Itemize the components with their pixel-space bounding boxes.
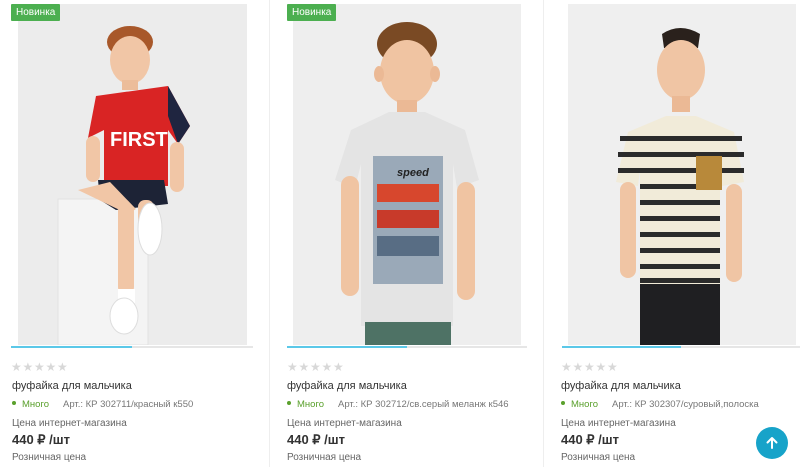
product-grid: Новинка FIRST ★★★★★ фуфайка для мальчика… (0, 0, 800, 467)
retail-price-label: Розничная цена (12, 452, 87, 463)
star-icon[interactable]: ★ (573, 361, 585, 373)
svg-text:speed: speed (397, 167, 429, 179)
in-stock-dot-icon (561, 401, 565, 406)
star-icon[interactable]: ★ (596, 361, 608, 373)
star-icon[interactable]: ★ (322, 361, 334, 373)
retail-price-label: Розничная цена (561, 452, 636, 463)
gallery-progress (11, 346, 253, 348)
rating-stars[interactable]: ★★★★★ (11, 361, 69, 373)
product-price: 440 ₽ /шт (287, 432, 345, 447)
product-image[interactable]: speed (293, 4, 521, 345)
new-badge: Новинка (11, 4, 61, 21)
gallery-progress-fill (287, 346, 407, 348)
star-icon[interactable]: ★ (11, 361, 23, 373)
product-sku: Арт.: КР 302712/св.серый меланж к546 (337, 399, 509, 410)
rating-stars[interactable]: ★★★★★ (561, 361, 619, 373)
product-image[interactable]: FIRST (18, 4, 247, 345)
retail-price-label: Розничная цена (287, 452, 362, 463)
product-card[interactable]: Новинка FIRST ★★★★★ фуфайка для мальчика… (0, 0, 268, 467)
star-icon[interactable]: ★ (34, 361, 46, 373)
gallery-progress-fill (562, 346, 681, 348)
gallery-progress (287, 346, 527, 348)
product-title-link[interactable]: фуфайка для мальчика (12, 380, 132, 393)
stock-status: Много (22, 399, 49, 410)
star-icon[interactable]: ★ (287, 361, 299, 373)
star-icon[interactable]: ★ (333, 361, 345, 373)
stock-row: Много Арт.: КР 302307/суровый,полоска (561, 399, 759, 411)
product-card[interactable]: ★★★★★ фуфайка для мальчика Много Арт.: КР… (549, 0, 800, 467)
star-icon[interactable]: ★ (607, 361, 619, 373)
star-icon[interactable]: ★ (310, 361, 322, 373)
column-divider (269, 0, 270, 467)
product-sku: Арт.: КР 302711/красный к550 (62, 399, 194, 410)
product-image[interactable] (568, 4, 796, 345)
online-price-label: Цена интернет-магазина (287, 418, 402, 429)
svg-text:FIRST: FIRST (110, 129, 168, 151)
product-title-link[interactable]: фуфайка для мальчика (287, 380, 407, 393)
product-sku: Арт.: КР 302307/суровый,полоска (611, 399, 759, 410)
in-stock-dot-icon (287, 401, 291, 406)
column-divider (543, 0, 544, 467)
star-icon[interactable]: ★ (299, 361, 311, 373)
star-icon[interactable]: ★ (23, 361, 35, 373)
star-icon[interactable]: ★ (561, 361, 573, 373)
product-price: 440 ₽ /шт (561, 432, 619, 447)
online-price-label: Цена интернет-магазина (12, 418, 127, 429)
stock-status: Много (297, 399, 324, 410)
gallery-progress (562, 346, 800, 348)
arrow-up-icon (766, 437, 778, 449)
product-price: 440 ₽ /шт (12, 432, 70, 447)
stock-row: Много Арт.: КР 302711/красный к550 (12, 399, 193, 411)
scroll-to-top-button[interactable] (756, 427, 788, 459)
stock-status: Много (571, 399, 598, 410)
star-icon[interactable]: ★ (46, 361, 58, 373)
product-card[interactable]: Новинка speed ★★★★★ фуфайка для мальчика… (274, 0, 542, 467)
new-badge: Новинка (287, 4, 337, 21)
gallery-progress-fill (11, 346, 132, 348)
product-title-link[interactable]: фуфайка для мальчика (561, 380, 681, 393)
star-icon[interactable]: ★ (584, 361, 596, 373)
in-stock-dot-icon (12, 401, 16, 406)
rating-stars[interactable]: ★★★★★ (287, 361, 345, 373)
star-icon[interactable]: ★ (57, 361, 69, 373)
online-price-label: Цена интернет-магазина (561, 418, 676, 429)
stock-row: Много Арт.: КР 302712/св.серый меланж к54… (287, 399, 509, 411)
